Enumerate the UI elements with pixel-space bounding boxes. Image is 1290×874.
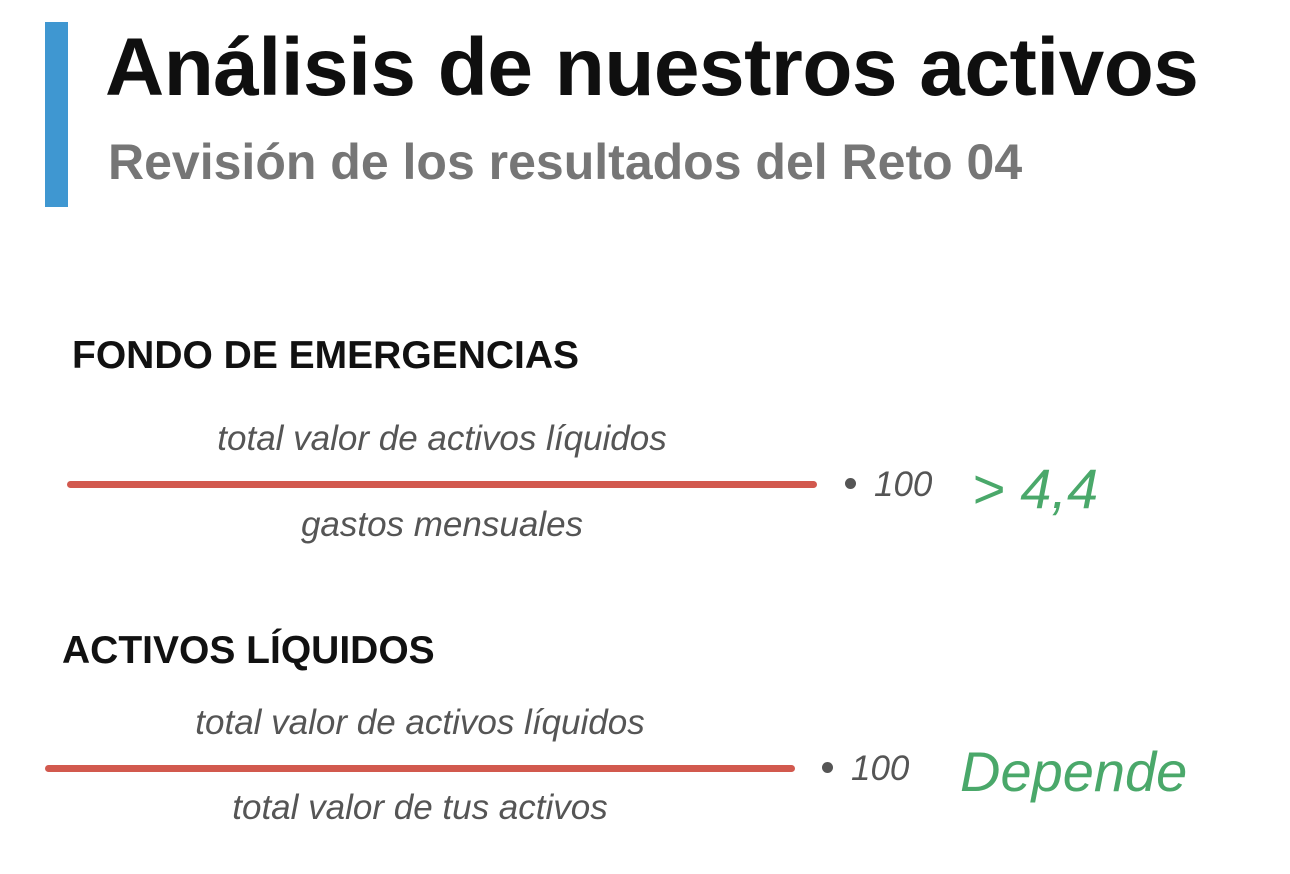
accent-bar xyxy=(45,22,68,207)
result-value: > 4,4 xyxy=(972,457,1099,520)
multiply-dot-icon xyxy=(822,762,833,774)
fraction-numerator: total valor de activos líquidos xyxy=(195,703,645,742)
multiplier: 100 xyxy=(845,464,932,506)
fraction-line xyxy=(67,481,817,488)
page-title: Análisis de nuestros activos xyxy=(105,22,1199,113)
section-heading: ACTIVOS LÍQUIDOS xyxy=(62,629,435,672)
fraction-line xyxy=(45,765,795,772)
section-heading: FONDO DE EMERGENCIAS xyxy=(72,334,580,377)
multiplier-value: 100 xyxy=(851,749,910,788)
multiply-dot-icon xyxy=(845,478,856,490)
fraction-numerator: total valor de activos líquidos xyxy=(217,419,667,458)
multiplier: 100 xyxy=(822,748,909,790)
result-value: Depende xyxy=(960,740,1188,803)
page-subtitle: Revisión de los resultados del Reto 04 xyxy=(108,134,1023,190)
multiplier-value: 100 xyxy=(874,465,933,504)
fraction-denominator: total valor de tus activos xyxy=(232,788,608,827)
fraction-denominator: gastos mensuales xyxy=(300,505,584,544)
